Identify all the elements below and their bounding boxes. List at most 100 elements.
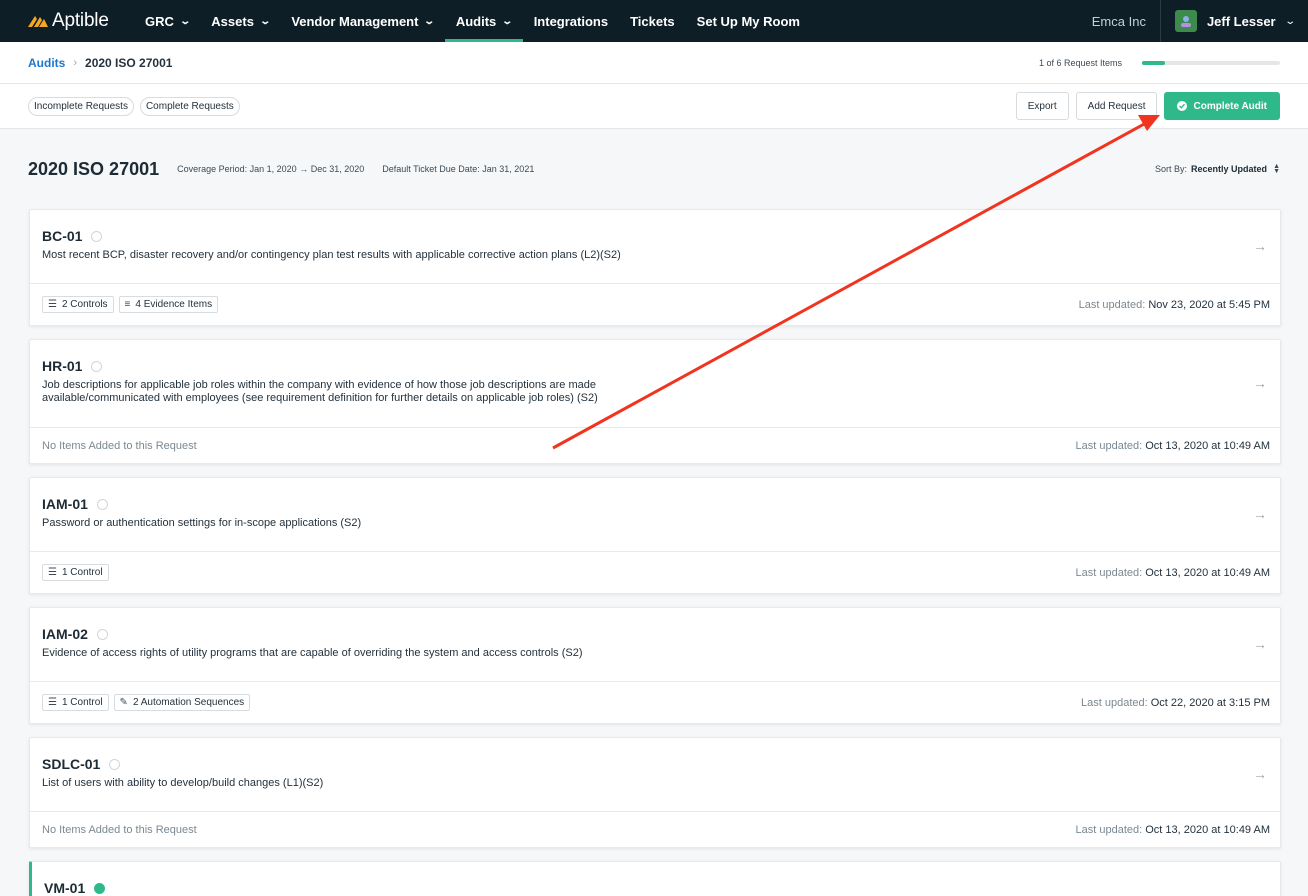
arrow-right-icon[interactable]: →	[1253, 636, 1267, 652]
nav-assets[interactable]: Assets ⌄	[200, 0, 280, 42]
no-items-text: No Items Added to this Request	[42, 823, 197, 836]
automation-tag[interactable]: ✎ 2 Automation Sequences	[113, 694, 251, 711]
request-description: Job descriptions for applicable job role…	[42, 379, 598, 404]
aptible-logo[interactable]: Aptible	[0, 10, 134, 32]
last-updated-label: Last updated:	[1078, 298, 1146, 311]
add-request-button[interactable]: Add Request	[1075, 92, 1158, 120]
org-name[interactable]: Emca Inc	[1092, 14, 1160, 29]
user-menu[interactable]: Jeff Lesser ⌄	[1161, 0, 1308, 42]
wand-icon: ✎	[119, 697, 128, 708]
chevron-down-icon: ⌄	[423, 15, 436, 27]
last-updated-value: Oct 13, 2020 at 10:49 AM	[1145, 823, 1270, 836]
arrow-right-icon[interactable]: →	[1253, 375, 1267, 391]
sort-by-select[interactable]: Sort By: Recently Updated ▲ ▼	[1155, 163, 1280, 175]
sort-by-label: Sort By:	[1155, 164, 1188, 174]
sliders-icon: ≡	[124, 299, 131, 310]
controls-tag[interactable]: ☰ 1 Control	[42, 694, 109, 711]
last-updated-value: Nov 23, 2020 at 5:45 PM	[1148, 298, 1270, 311]
default-due-date: Default Ticket Due Date: Jan 31, 2021	[382, 164, 535, 174]
request-card-bc-01[interactable]: BC-01 Most recent BCP, disaster recovery…	[29, 209, 1281, 326]
request-card-hr-01[interactable]: HR-01 Job descriptions for applicable jo…	[29, 339, 1281, 464]
nav-integrations-label: Integrations	[533, 13, 609, 29]
progress-text: 1 of 6 Request Items	[1038, 57, 1122, 68]
arrow-right-icon[interactable]: →	[1253, 766, 1267, 782]
filter-complete-requests[interactable]: Complete Requests	[139, 96, 240, 116]
request-description: Evidence of access rights of utility pro…	[42, 647, 583, 659]
nav-grc[interactable]: GRC ⌄	[134, 0, 200, 42]
request-progress: 1 of 6 Request Items	[1039, 58, 1280, 68]
nav-audits-label: Audits	[455, 13, 497, 29]
breadcrumb-audits-link[interactable]: Audits	[28, 56, 65, 70]
list-icon: ☰	[48, 299, 57, 310]
last-updated-label: Last updated:	[1081, 696, 1148, 709]
controls-tag[interactable]: ☰ 2 Controls	[42, 296, 114, 313]
nav-tickets-label: Tickets	[630, 13, 675, 29]
last-updated: Last updated: Oct 13, 2020 at 10:49 AM	[1076, 824, 1270, 836]
request-id: IAM-01	[42, 496, 88, 512]
last-updated: Last updated: Oct 13, 2020 at 10:49 AM	[1076, 567, 1270, 579]
nav-right: Emca Inc Jeff Lesser ⌄	[1092, 0, 1308, 42]
request-card-vm-01[interactable]: VM-01 →	[29, 861, 1281, 896]
filter-incomplete-requests[interactable]: Incomplete Requests	[28, 96, 134, 116]
controls-tag[interactable]: ☰ 1 Control	[42, 564, 109, 581]
last-updated-label: Last updated:	[1075, 439, 1143, 452]
breadcrumb: Audits › 2020 ISO 27001 1 of 6 Request I…	[0, 42, 1308, 84]
arrow-right-icon[interactable]: →	[1253, 890, 1267, 896]
request-list: BC-01 Most recent BCP, disaster recovery…	[0, 209, 1308, 896]
arrow-right-icon[interactable]: →	[1253, 506, 1267, 522]
last-updated-value: Oct 13, 2020 at 10:49 AM	[1145, 439, 1270, 452]
nav-grc-label: GRC	[145, 13, 174, 29]
user-name: Jeff Lesser	[1206, 13, 1276, 29]
request-description: Password or authentication settings for …	[42, 517, 362, 529]
audit-header: 2020 ISO 27001 Coverage Period: Jan 1, 2…	[0, 129, 1308, 209]
nav-vendor-management-label: Vendor Management	[291, 13, 419, 29]
incomplete-check-icon	[109, 758, 121, 770]
tag-label: 2 Controls	[61, 299, 108, 310]
nav-set-up-my-room-label: Set Up My Room	[696, 13, 800, 29]
breadcrumb-current: 2020 ISO 27001	[85, 55, 173, 70]
chevron-down-icon: ⌄	[259, 15, 271, 27]
no-items-text: No Items Added to this Request	[42, 439, 197, 452]
request-id: IAM-02	[42, 626, 88, 642]
last-updated: Last updated: Oct 13, 2020 at 10:49 AM	[1076, 440, 1270, 452]
request-card-iam-02[interactable]: IAM-02 Evidence of access rights of util…	[29, 607, 1281, 724]
incomplete-check-icon	[96, 628, 108, 640]
nav-set-up-my-room[interactable]: Set Up My Room	[686, 0, 811, 42]
avatar	[1174, 10, 1197, 32]
request-card-sdlc-01[interactable]: SDLC-01 List of users with ability to de…	[29, 737, 1281, 848]
sort-arrows-icon: ▲ ▼	[1273, 163, 1280, 175]
progress-bar	[1142, 60, 1280, 65]
complete-audit-label: Complete Audit	[1193, 100, 1267, 112]
request-id: BC-01	[42, 228, 83, 244]
nav-audits[interactable]: Audits ⌄	[444, 0, 523, 42]
complete-audit-button[interactable]: Complete Audit	[1164, 92, 1280, 120]
list-icon: ☰	[48, 697, 57, 708]
export-button[interactable]: Export	[1015, 92, 1069, 120]
request-id: SDLC-01	[42, 756, 101, 772]
nav-integrations[interactable]: Integrations	[523, 0, 619, 42]
arrow-right-icon[interactable]: →	[1253, 238, 1267, 254]
incomplete-check-icon	[96, 498, 108, 510]
request-id: VM-01	[44, 880, 86, 896]
aptible-logo-icon	[28, 13, 48, 29]
tag-label: 2 Automation Sequences	[132, 697, 245, 708]
last-updated: Last updated: Oct 22, 2020 at 3:15 PM	[1081, 697, 1270, 709]
request-description: Most recent BCP, disaster recovery and/o…	[42, 249, 621, 261]
evidence-tag[interactable]: ≡ 4 Evidence Items	[118, 296, 219, 313]
tag-label: 1 Control	[61, 567, 103, 578]
incomplete-check-icon	[91, 360, 103, 372]
filter-bar: Incomplete Requests Complete Requests Ex…	[0, 84, 1308, 129]
top-navbar: Aptible GRC ⌄ Assets ⌄ Vendor Management ⌄ …	[0, 0, 1308, 42]
tag-label: 4 Evidence Items	[135, 299, 213, 310]
request-card-iam-01[interactable]: IAM-01 Password or authentication settin…	[29, 477, 1281, 594]
sort-by-value: Recently Updated	[1191, 164, 1268, 174]
tag-label: 1 Control	[61, 697, 103, 708]
chevron-down-icon: ⌄	[1283, 15, 1296, 27]
chevron-down-icon: ⌄	[501, 15, 514, 27]
chevron-right-icon: ›	[73, 56, 78, 69]
brand-name: Aptible	[52, 10, 109, 31]
coverage-period: Coverage Period: Jan 1, 2020 → Dec 31, 2…	[177, 164, 365, 174]
nav-vendor-management[interactable]: Vendor Management ⌄	[280, 0, 445, 42]
nav-tickets[interactable]: Tickets	[619, 0, 686, 42]
complete-check-icon	[94, 882, 106, 894]
